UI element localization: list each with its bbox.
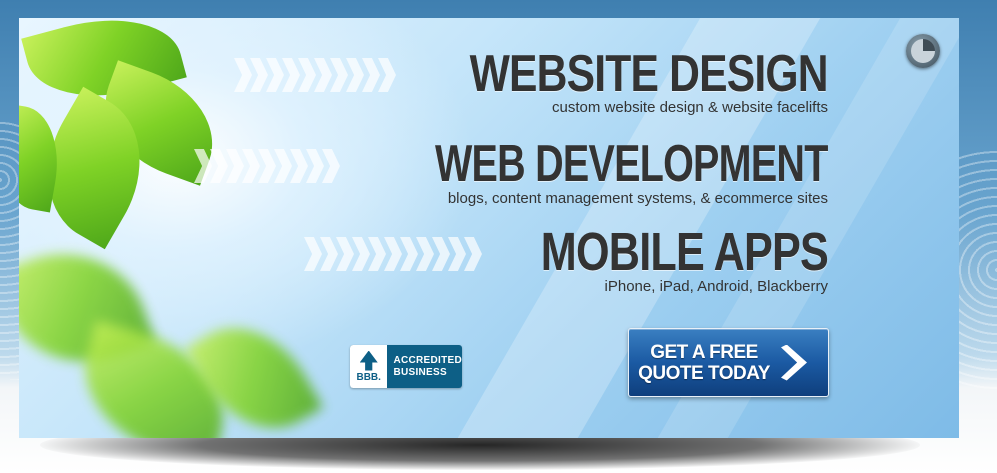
bbb-accredited-badge[interactable]: BBB. ACCREDITED BUSINESS — [350, 345, 462, 388]
bbb-label-line1: ACCREDITED — [393, 354, 462, 366]
service-subtitle-web-development: blogs, content management systems, & eco… — [447, 190, 828, 207]
cta-label-line1: GET A FREE — [650, 341, 758, 363]
chevron-decoration — [194, 149, 340, 183]
service-subtitle-mobile-apps: iPhone, iPad, Android, Blackberry — [604, 278, 828, 295]
service-subtitle-website-design: custom website design & website facelift… — [552, 99, 828, 116]
bbb-label: ACCREDITED BUSINESS — [393, 355, 462, 379]
slideshow-timer-button[interactable] — [906, 34, 940, 68]
chevron-decoration — [304, 237, 482, 271]
bbb-seal-text: BBB. — [356, 371, 381, 383]
get-free-quote-button[interactable]: GET A FREE QUOTE TODAY — [628, 328, 829, 397]
chevron-decoration — [234, 58, 396, 92]
chevron-right-icon — [781, 344, 807, 381]
service-title-mobile-apps: MOBILE APPS — [540, 222, 829, 282]
bbb-seal: BBB. — [350, 345, 388, 388]
background-swirl-left — [0, 120, 20, 380]
background-swirl-right — [959, 150, 997, 390]
service-title-website-design: WEBSITE DESIGN — [469, 45, 829, 103]
torch-icon — [359, 350, 378, 371]
service-title-web-development: WEB DEVELOPMENT — [435, 135, 828, 193]
hero-banner: WEBSITE DESIGN custom website design & w… — [19, 18, 959, 438]
cta-label: GET A FREE QUOTE TODAY — [629, 342, 779, 384]
bbb-label-line2: BUSINESS — [393, 366, 447, 378]
cta-label-line2: QUOTE TODAY — [638, 362, 770, 384]
pie-timer-icon — [911, 39, 935, 63]
